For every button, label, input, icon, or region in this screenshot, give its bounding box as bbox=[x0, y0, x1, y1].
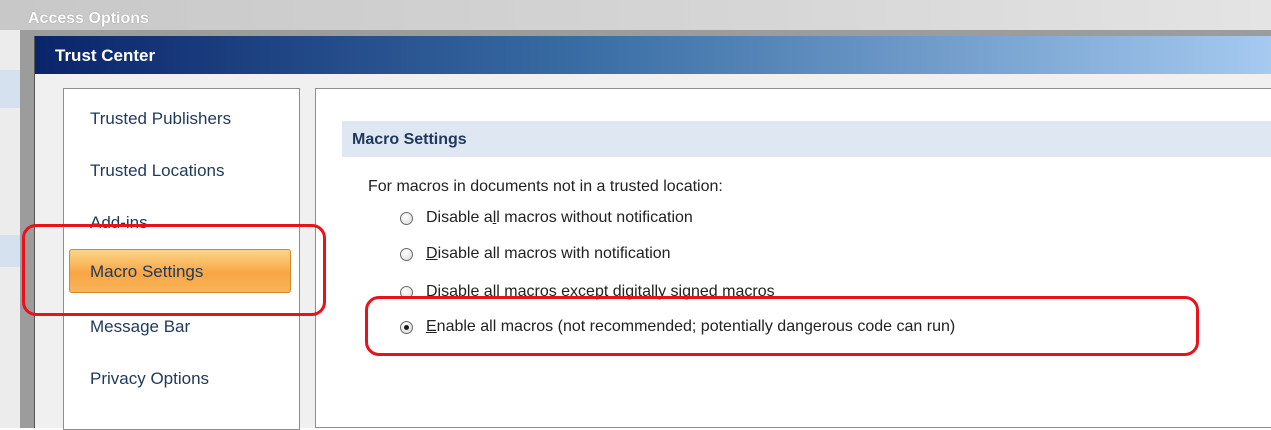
option-label: Disable all macros except digitally sign… bbox=[426, 283, 775, 300]
outer-sidebar-strip bbox=[0, 70, 20, 108]
outer-window-title: Access Options bbox=[28, 10, 149, 27]
outer-sidebar-strip bbox=[0, 235, 20, 267]
option-label: Disable all macros without notification bbox=[426, 209, 693, 226]
outer-window-sidebar-edge bbox=[0, 30, 21, 428]
dialog-titlebar[interactable]: Trust Center bbox=[35, 36, 1271, 74]
radio-disable-with-notification[interactable]: Disable all macros with notification bbox=[400, 243, 671, 265]
trust-center-nav: Trusted Publishers Trusted Locations Add… bbox=[63, 88, 300, 430]
option-label: Disable all macros with notification bbox=[426, 245, 671, 262]
nav-item-macro-settings[interactable]: Macro Settings bbox=[69, 249, 291, 293]
radio-disable-except-signed[interactable]: Disable all macros except digitally sign… bbox=[400, 281, 775, 303]
section-header: Macro Settings bbox=[342, 121, 1271, 157]
option-label: Enable all macros (not recommended; pote… bbox=[426, 318, 956, 335]
radio-button-icon[interactable] bbox=[400, 247, 413, 261]
nav-item-privacy-options[interactable]: Privacy Options bbox=[90, 369, 209, 389]
radio-enable-all-macros[interactable]: Enable all macros (not recommended; pote… bbox=[400, 316, 955, 338]
trust-center-dialog: Trust Center Trusted Publishers Trusted … bbox=[34, 36, 1271, 430]
nav-item-label: Macro Settings bbox=[90, 262, 204, 281]
nav-item-trusted-publishers[interactable]: Trusted Publishers bbox=[90, 109, 231, 129]
outer-window-titlebar: Access Options bbox=[0, 0, 1271, 30]
nav-item-trusted-locations[interactable]: Trusted Locations bbox=[90, 161, 225, 181]
radio-button-checked-icon[interactable] bbox=[400, 320, 413, 334]
dialog-title: Trust Center bbox=[55, 46, 156, 65]
nav-item-message-bar[interactable]: Message Bar bbox=[90, 317, 190, 337]
macro-settings-pane: Macro Settings For macros in documents n… bbox=[315, 88, 1271, 428]
radio-disable-without-notification[interactable]: Disable all macros without notification bbox=[400, 207, 693, 229]
section-title: Macro Settings bbox=[352, 131, 467, 148]
nav-item-add-ins[interactable]: Add-ins bbox=[90, 213, 148, 233]
radio-button-icon[interactable] bbox=[400, 211, 413, 225]
radio-button-icon[interactable] bbox=[400, 285, 413, 299]
macro-intro-text: For macros in documents not in a trusted… bbox=[368, 178, 723, 195]
